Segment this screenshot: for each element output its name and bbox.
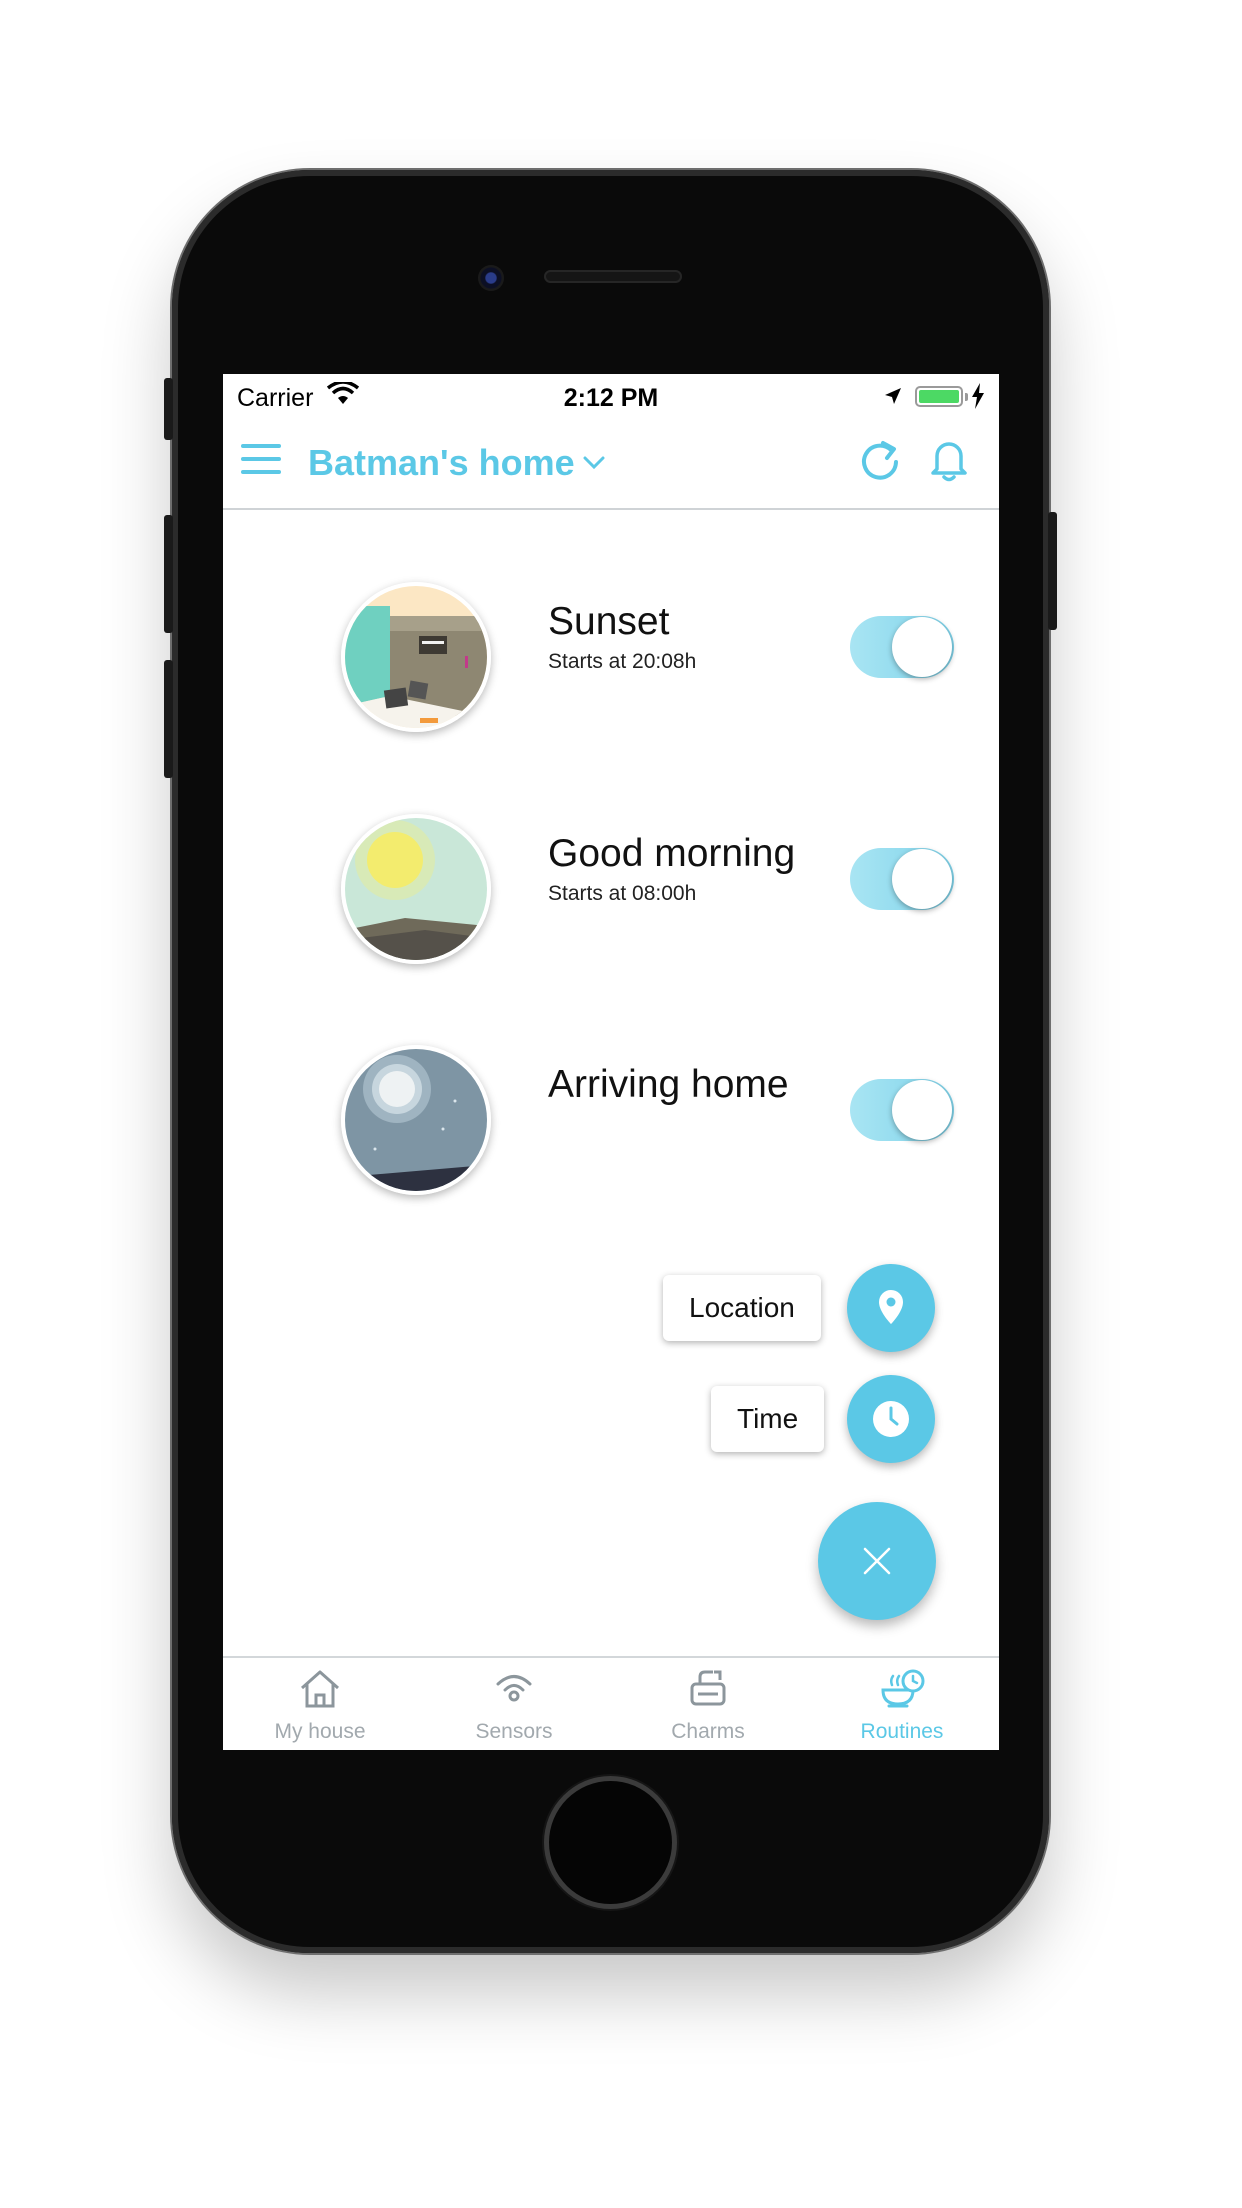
routine-name: Good morning bbox=[548, 832, 796, 875]
home-selector-title[interactable]: Batman's home bbox=[308, 442, 575, 484]
app-screen: Carrier 2:12 PM Batman's home Sunset Sta… bbox=[223, 374, 999, 1750]
routine-toggle-sunset[interactable] bbox=[850, 616, 954, 678]
tab-label: Sensors bbox=[475, 1720, 553, 1743]
good-morning-illustration bbox=[341, 814, 491, 964]
routine-item-sunset[interactable]: Sunset Starts at 20:08h bbox=[223, 582, 999, 732]
routine-item-arriving-home[interactable]: Arriving home bbox=[223, 1045, 999, 1195]
toggle-knob bbox=[892, 849, 952, 909]
volume-up-button bbox=[164, 515, 173, 633]
location-arrow-icon bbox=[883, 384, 903, 413]
bell-icon[interactable] bbox=[929, 436, 969, 487]
earpiece-speaker bbox=[544, 270, 682, 283]
app-header: Batman's home bbox=[223, 420, 999, 510]
bottom-tab-bar: My house Sensors Charms Routines bbox=[223, 1656, 999, 1750]
power-button bbox=[1048, 512, 1057, 630]
arriving-home-illustration bbox=[341, 1045, 491, 1195]
volume-down-button bbox=[164, 660, 173, 778]
routine-item-good-morning[interactable]: Good morning Starts at 08:00h bbox=[223, 814, 999, 964]
front-camera bbox=[478, 265, 504, 291]
menu-icon[interactable] bbox=[241, 442, 281, 481]
toggle-knob bbox=[892, 1080, 952, 1140]
sunset-illustration bbox=[341, 582, 491, 732]
tab-label: My house bbox=[274, 1720, 366, 1743]
home-button[interactable] bbox=[549, 1781, 672, 1904]
add-time-routine-button[interactable] bbox=[847, 1375, 935, 1463]
time-option-label[interactable]: Time bbox=[711, 1386, 825, 1452]
charging-bolt-icon bbox=[971, 383, 985, 416]
tab-routines[interactable]: Routines bbox=[805, 1658, 999, 1750]
tab-my-house[interactable]: My house bbox=[223, 1658, 417, 1750]
tab-sensors[interactable]: Sensors bbox=[417, 1658, 611, 1750]
battery-icon bbox=[915, 386, 963, 407]
mute-switch bbox=[164, 378, 173, 440]
tab-charms[interactable]: Charms bbox=[611, 1658, 805, 1750]
map-pin-icon bbox=[879, 1290, 903, 1324]
tab-label: Charms bbox=[671, 1720, 745, 1743]
status-bar: Carrier 2:12 PM bbox=[223, 374, 999, 420]
add-location-routine-button[interactable] bbox=[847, 1264, 935, 1352]
routines-icon bbox=[881, 1669, 925, 1708]
refresh-icon[interactable] bbox=[859, 438, 901, 487]
routine-name: Sunset bbox=[548, 600, 670, 643]
location-option-label[interactable]: Location bbox=[663, 1275, 821, 1341]
battery-tip bbox=[965, 393, 968, 401]
routine-toggle-good-morning[interactable] bbox=[850, 848, 954, 910]
close-fab-button[interactable] bbox=[818, 1502, 936, 1620]
toggle-knob bbox=[892, 617, 952, 677]
routine-start-time: Starts at 20:08h bbox=[548, 650, 697, 673]
routine-toggle-arriving-home[interactable] bbox=[850, 1079, 954, 1141]
house-icon bbox=[301, 1670, 339, 1708]
close-icon bbox=[863, 1547, 891, 1575]
charms-icon bbox=[690, 1670, 726, 1706]
clock-icon bbox=[873, 1401, 909, 1437]
signal-icon bbox=[496, 1675, 532, 1702]
routine-start-time: Starts at 08:00h bbox=[548, 882, 697, 905]
routine-name: Arriving home bbox=[548, 1063, 789, 1106]
tab-label: Routines bbox=[860, 1720, 944, 1743]
chevron-down-icon[interactable] bbox=[583, 456, 605, 475]
